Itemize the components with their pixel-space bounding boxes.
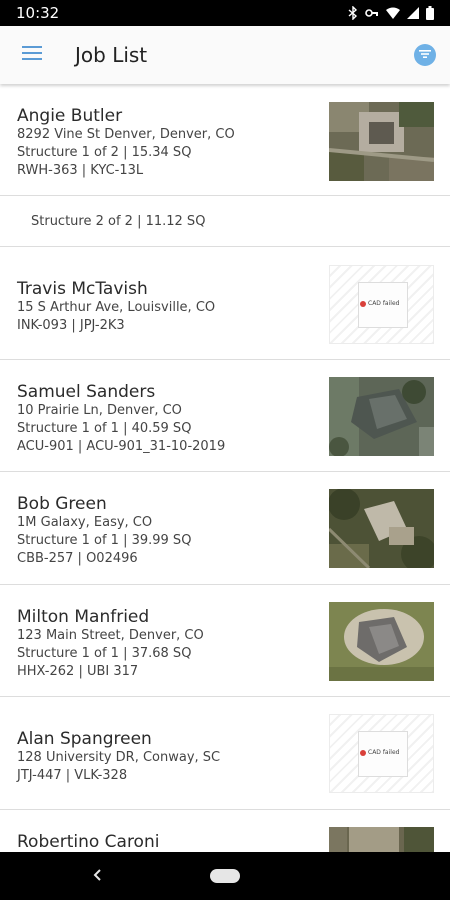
job-structure: Structure 1 of 1 | 40.59 SQ: [17, 421, 192, 436]
job-ids: JTJ-447 | VLK-328: [17, 768, 128, 783]
job-ids: CBB-257 | O02496: [17, 551, 138, 566]
signal-icon: [407, 7, 419, 19]
job-list-item[interactable]: Robertino Caroni: [0, 810, 450, 852]
status-bar: 10:32: [0, 0, 450, 26]
job-ids: RWH-363 | KYC-13L: [17, 163, 144, 178]
cad-failed-thumbnail: CAD failed: [329, 265, 434, 344]
job-address: 128 University DR, Conway, SC: [17, 750, 221, 765]
job-list-item[interactable]: Alan Spangreen 128 University DR, Conway…: [0, 697, 450, 810]
cad-failed-thumbnail: CAD failed: [329, 714, 434, 793]
job-list: Angie Butler 8292 Vine St Denver, Denver…: [0, 86, 450, 852]
job-structure: Structure 1 of 1 | 37.68 SQ: [17, 646, 192, 661]
menu-button[interactable]: [0, 26, 64, 84]
job-ids: HHX-262 | UBI 317: [17, 664, 139, 679]
filter-button[interactable]: [414, 44, 436, 66]
status-icons: [348, 6, 434, 20]
job-list-item[interactable]: Milton Manfried 123 Main Street, Denver,…: [0, 585, 450, 697]
bluetooth-icon: [348, 6, 358, 20]
job-list-item[interactable]: Bob Green 1M Galaxy, Easy, CO Structure …: [0, 472, 450, 585]
error-icon: [360, 300, 366, 307]
back-chevron-icon[interactable]: [92, 868, 102, 887]
page-title: Job List: [75, 43, 148, 67]
system-navigation-bar: [0, 852, 450, 900]
job-name: Bob Green: [17, 494, 107, 514]
error-icon: [360, 749, 366, 756]
hamburger-menu-icon: [22, 45, 42, 65]
filter-icon: [419, 46, 431, 64]
aerial-thumbnail: [329, 102, 434, 181]
job-address: 15 S Arthur Ave, Louisville, CO: [17, 300, 216, 315]
status-time: 10:32: [16, 4, 60, 22]
job-list-item[interactable]: Samuel Sanders 10 Prairie Ln, Denver, CO…: [0, 360, 450, 472]
app-bar: Job List: [0, 26, 450, 84]
job-address: 123 Main Street, Denver, CO: [17, 628, 204, 643]
job-structure-item[interactable]: Structure 2 of 2 | 11.12 SQ: [0, 196, 450, 247]
key-icon: [365, 7, 379, 19]
job-address: 1M Galaxy, Easy, CO: [17, 515, 153, 530]
job-structure: Structure 1 of 1 | 39.99 SQ: [17, 533, 192, 548]
aerial-thumbnail: [329, 489, 434, 568]
job-structure: Structure 1 of 2 | 15.34 SQ: [17, 145, 192, 160]
job-name: Robertino Caroni: [17, 832, 160, 852]
wifi-icon: [386, 7, 400, 19]
job-ids: INK-093 | JPJ-2K3: [17, 318, 125, 333]
aerial-thumbnail: [329, 827, 434, 852]
aerial-thumbnail: [329, 377, 434, 456]
job-list-item[interactable]: Travis McTavish 15 S Arthur Ave, Louisvi…: [0, 247, 450, 360]
job-address: 8292 Vine St Denver, Denver, CO: [17, 127, 235, 142]
job-structure: Structure 2 of 2 | 11.12 SQ: [31, 214, 206, 229]
job-name: Alan Spangreen: [17, 729, 152, 749]
cad-failed-label: CAD failed: [368, 749, 400, 756]
job-list-item[interactable]: Angie Butler 8292 Vine St Denver, Denver…: [0, 86, 450, 196]
cad-failed-label: CAD failed: [368, 300, 400, 307]
job-name: Samuel Sanders: [17, 382, 156, 402]
home-pill-icon[interactable]: [210, 869, 240, 883]
battery-icon: [426, 6, 434, 20]
job-address: 10 Prairie Ln, Denver, CO: [17, 403, 182, 418]
job-name: Travis McTavish: [17, 279, 148, 299]
job-name: Angie Butler: [17, 106, 123, 126]
aerial-thumbnail: [329, 602, 434, 681]
job-ids: ACU-901 | ACU-901_31-10-2019: [17, 439, 226, 454]
job-name: Milton Manfried: [17, 607, 150, 627]
